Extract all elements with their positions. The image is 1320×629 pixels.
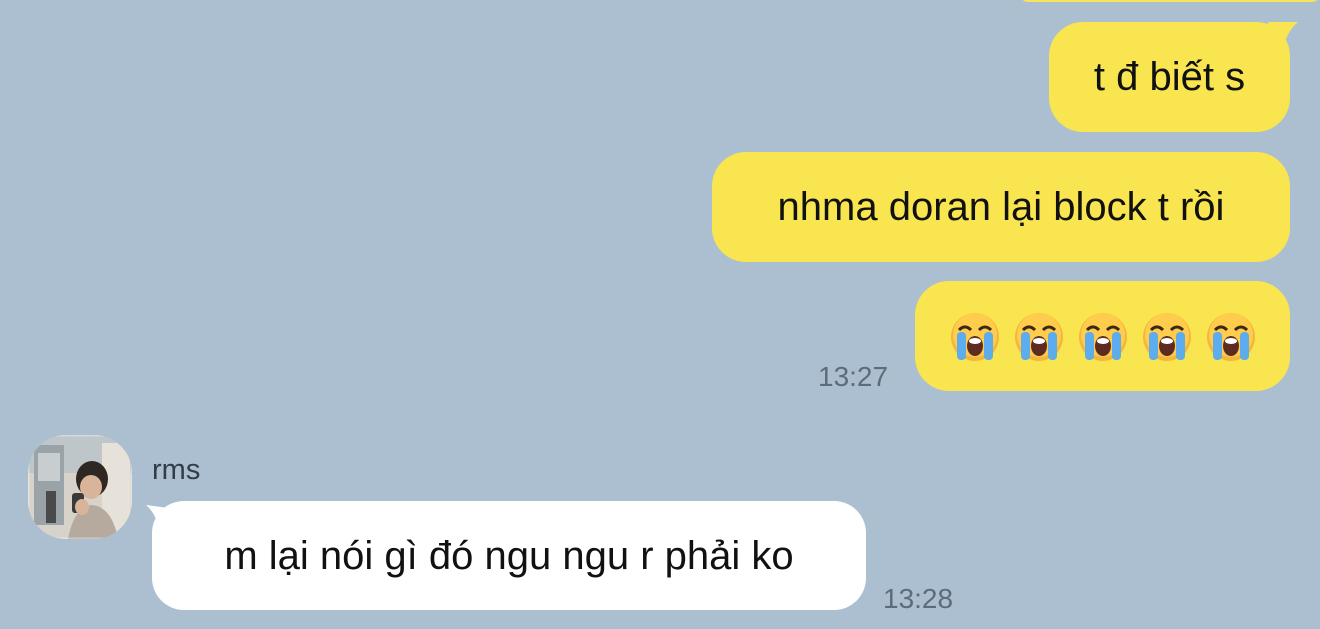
incoming-message-bubble[interactable]: m lại nói gì đó ngu ngu r phải ko	[152, 501, 866, 610]
previous-message-bubble-edge[interactable]	[1020, 0, 1320, 2]
loudly-crying-face-icon	[1143, 313, 1191, 361]
message-text: m lại nói gì đó ngu ngu r phải ko	[224, 533, 794, 578]
avatar-photo	[28, 435, 132, 539]
avatar[interactable]	[28, 435, 132, 539]
outgoing-timestamp: 13:27	[818, 361, 889, 392]
sender-name: rms	[152, 454, 201, 486]
outgoing-message-bubble[interactable]: t đ biết s	[1049, 22, 1290, 132]
message-text: t đ biết s	[1093, 55, 1246, 99]
loudly-crying-face-icon	[951, 313, 999, 361]
loudly-crying-face-icon	[1015, 313, 1063, 361]
loudly-crying-face-icon	[1079, 313, 1127, 361]
outgoing-emoji-bubble[interactable]	[915, 281, 1290, 391]
incoming-timestamp: 13:28	[883, 583, 954, 614]
message-text: nhma doran lại block t rồi	[777, 185, 1225, 229]
bubble-tail	[1268, 22, 1298, 52]
loudly-crying-face-icon	[1207, 313, 1255, 361]
emoji-row	[949, 311, 1257, 363]
outgoing-message-bubble[interactable]: nhma doran lại block t rồi	[712, 152, 1290, 262]
